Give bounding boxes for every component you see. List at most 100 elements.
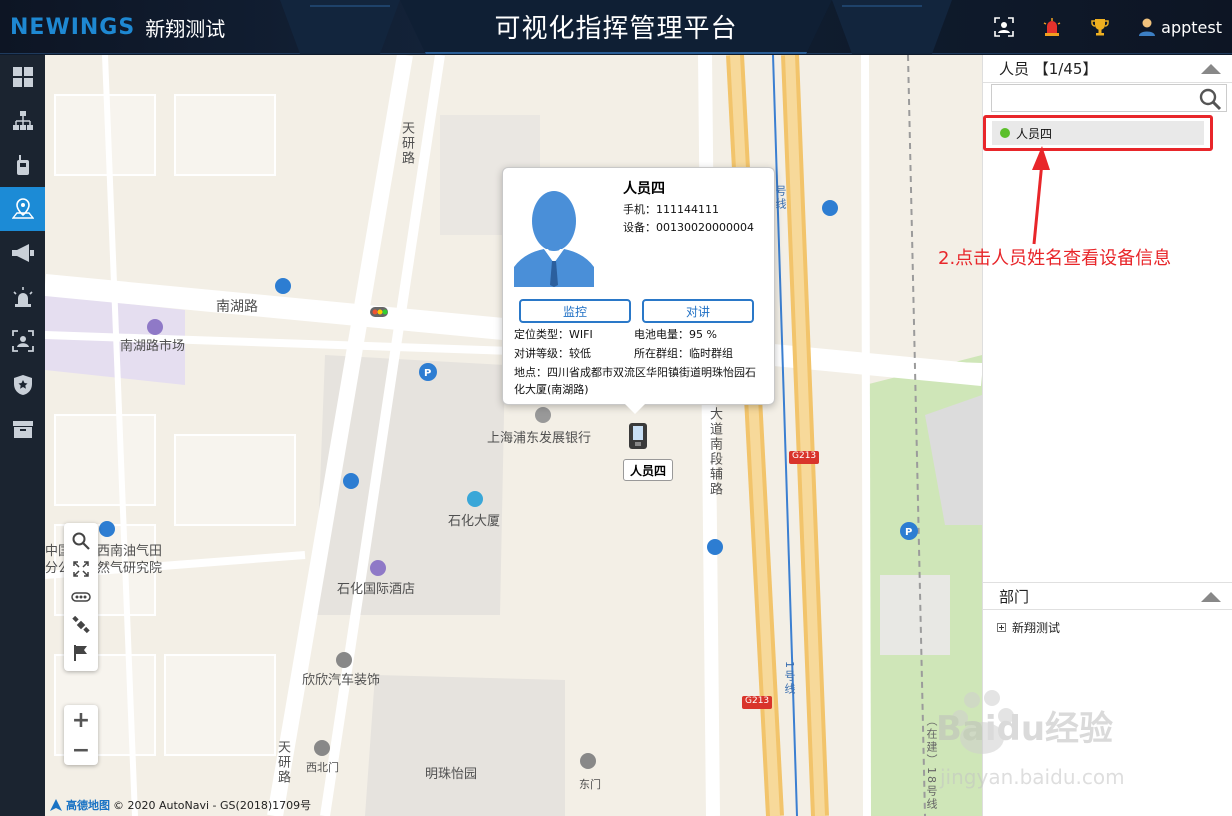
map-label-mingzhu-garden: 明珠怡园 xyxy=(425,767,478,782)
map-label-line1: 1号线 xyxy=(783,661,796,696)
popup-loc-type: 定位类型：WIFI xyxy=(514,328,593,341)
nav-org[interactable] xyxy=(0,99,45,143)
logo-text: 新翔测试 xyxy=(145,16,226,41)
collapse-triangle-icon[interactable] xyxy=(1201,592,1221,602)
nav-security[interactable] xyxy=(0,363,45,407)
user-avatar-icon xyxy=(1139,18,1156,36)
people-section-header[interactable]: 人员 【1/45】 xyxy=(983,55,1232,83)
expand-plus-icon[interactable] xyxy=(997,623,1006,632)
search-icon[interactable] xyxy=(1198,87,1222,111)
popup-phone-label: 手机： xyxy=(623,203,656,216)
amap-logo-icon xyxy=(50,799,62,811)
watermark-brand: Baidu经验 xyxy=(936,709,1113,749)
annotation-text: 2.点击人员姓名查看设备信息 xyxy=(938,248,1172,269)
map-label-petro-institute-2: 然气研究院 xyxy=(97,561,163,576)
map-badge-g213-b: G213 xyxy=(745,696,770,706)
highlight-box: 人员四 xyxy=(983,115,1213,151)
map-label-shihua-hotel: 石化国际酒店 xyxy=(337,582,416,597)
map-flag-tool[interactable] xyxy=(64,639,98,667)
face-scan-icon[interactable] xyxy=(993,16,1015,38)
popup-phone-value: 111144111 xyxy=(656,203,719,216)
baidu-watermark: Baidu经验 jingyan.baidu.com xyxy=(936,690,1125,789)
page-title: 可视化指挥管理平台 xyxy=(494,13,738,44)
device-marker-label[interactable]: 人员四 xyxy=(623,459,673,481)
alarm-icon xyxy=(12,287,33,307)
map-label-avenue: 大道南段辅路 xyxy=(707,407,722,497)
svg-text:P: P xyxy=(905,527,912,538)
magnifier-icon xyxy=(72,532,90,550)
broadcast-icon xyxy=(11,244,34,262)
header-actions: apptest xyxy=(993,12,1222,42)
zoom-out-button[interactable]: − xyxy=(64,735,98,765)
username: apptest xyxy=(1161,17,1222,37)
people-section-title: 人员 【1/45】 xyxy=(999,60,1098,78)
map-measure-tool[interactable] xyxy=(64,583,98,611)
nav-alarm[interactable] xyxy=(0,275,45,319)
ruler-icon xyxy=(71,592,91,602)
people-search xyxy=(991,84,1227,112)
map-label-nanhu-road: 南湖路 xyxy=(216,299,258,315)
map-copyright: 高德地图 © 2020 AutoNavi - GS(2018)1709号 xyxy=(49,797,311,813)
map-label-east-gate: 东门 xyxy=(579,778,601,791)
nav-map[interactable] xyxy=(0,187,45,231)
title-banner: 可视化指挥管理平台 xyxy=(400,0,832,54)
satellite-icon xyxy=(72,616,90,634)
popup-device-value: 00130020000004 xyxy=(656,221,754,234)
popup-talk-level: 对讲等级：较低 xyxy=(514,347,591,360)
nav-face[interactable] xyxy=(0,319,45,363)
map-label-auto-decor: 欣欣汽车装饰 xyxy=(302,673,381,688)
zoom-control: + − xyxy=(64,705,98,765)
top-bar: NEWINGS 新翔测试 可视化指挥管理平台 apptest xyxy=(0,0,1232,54)
header-decoration-left xyxy=(280,0,400,54)
person-name: 人员四 xyxy=(1016,126,1053,141)
map-toolbar xyxy=(64,523,98,671)
popup-battery: 电池电量：95 % xyxy=(634,328,717,341)
zoom-in-button[interactable]: + xyxy=(64,705,98,735)
map-badge-g213-a: G213 xyxy=(792,451,817,461)
person-avatar-icon xyxy=(514,191,594,287)
popup-address: 地点：四川省成都市双流区华阳镇街道明珠怡园石化大厦(南湖路) xyxy=(514,366,756,396)
svg-text:P: P xyxy=(424,368,431,379)
dept-tree-item[interactable]: 新翔测试 xyxy=(997,619,1060,636)
people-search-input[interactable] xyxy=(992,85,1192,111)
dept-name: 新翔测试 xyxy=(1012,621,1061,635)
nav-dashboard[interactable] xyxy=(0,55,45,99)
watermark-url: jingyan.baidu.com xyxy=(939,765,1125,789)
header-decoration-right xyxy=(832,0,952,54)
face-scan-icon xyxy=(11,330,34,352)
side-nav xyxy=(0,55,45,816)
map-fullscreen-tool[interactable] xyxy=(64,555,98,583)
map-label-nanhu-market: 南湖路市场 xyxy=(120,339,186,354)
online-status-icon xyxy=(1000,128,1010,138)
nav-talkie[interactable] xyxy=(0,143,45,187)
monitor-button[interactable]: 监控 xyxy=(519,299,631,323)
logo-mark: NEWINGS xyxy=(10,14,136,40)
dept-section-header[interactable]: 部门 xyxy=(983,582,1232,610)
alarm-light-icon[interactable] xyxy=(1041,16,1063,38)
user-menu[interactable]: apptest xyxy=(1137,17,1222,37)
dept-section-title: 部门 xyxy=(999,587,1030,606)
map-search-tool[interactable] xyxy=(64,527,98,555)
nav-archive[interactable] xyxy=(0,407,45,451)
map-satellite-tool[interactable] xyxy=(64,611,98,639)
popup-device-label: 设备： xyxy=(623,221,656,234)
nav-broadcast[interactable] xyxy=(0,231,45,275)
flag-icon xyxy=(74,645,87,661)
device-marker-icon[interactable] xyxy=(628,422,648,450)
map-label-shihua-building: 石化大厦 xyxy=(448,514,501,529)
copyright-text: © 2020 AutoNavi - GS(2018)1709号 xyxy=(113,799,312,812)
expand-icon xyxy=(73,561,89,577)
popup-phone: 手机：111144111 xyxy=(623,201,719,217)
map-canvas[interactable]: P P 天研路 南湖路 南湖路市场 上海浦东发展银行 石化大厦 中国 分公 西南… xyxy=(45,55,982,816)
popup-device: 设备：00130020000004 xyxy=(623,219,754,235)
collapse-triangle-icon[interactable] xyxy=(1201,64,1221,74)
trophy-icon[interactable] xyxy=(1089,16,1111,38)
shield-icon xyxy=(13,375,32,395)
logo: NEWINGS 新翔测试 xyxy=(10,12,225,42)
map-label-tianyan-road: 天研路 xyxy=(399,121,414,166)
popup-group: 所在群组：临时群组 xyxy=(634,347,733,360)
map-label-tianyan-road-bottom: 天研路 xyxy=(275,740,290,785)
talk-button[interactable]: 对讲 xyxy=(642,299,754,323)
org-tree-icon xyxy=(12,111,33,130)
map-label-west-north-gate: 西北门 xyxy=(306,761,339,774)
